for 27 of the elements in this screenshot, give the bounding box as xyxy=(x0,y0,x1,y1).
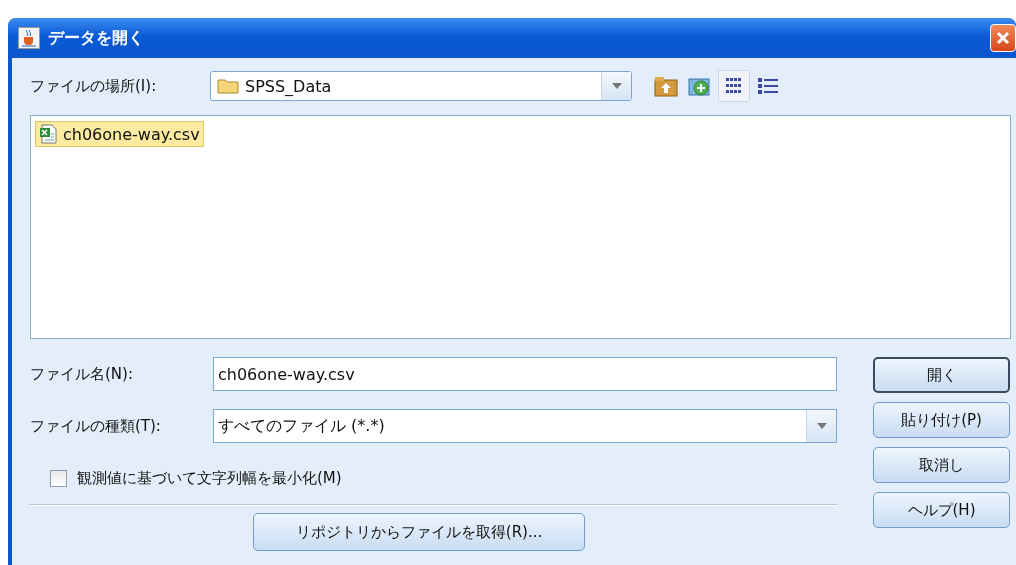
file-type-dropdown[interactable]: すべてのファイル (*.*) xyxy=(213,409,837,443)
toolbar-button[interactable] xyxy=(718,70,750,102)
file-type-value: すべてのファイル (*.*) xyxy=(217,415,386,437)
file-type-label: ファイルの種類(T): xyxy=(30,416,162,436)
coffee-cup-icon xyxy=(18,27,40,49)
window-title: データを開く xyxy=(48,27,145,49)
repository-button[interactable]: リポジトリからファイルを取得(R)... xyxy=(253,513,585,551)
location-label: ファイルの場所(I): xyxy=(30,76,158,96)
list-view-icon xyxy=(724,76,744,96)
dialog-button[interactable]: 開く xyxy=(873,357,1010,393)
close-button[interactable] xyxy=(990,24,1016,52)
file-name-field[interactable]: ch06one-way.csv xyxy=(213,357,837,391)
location-dropdown[interactable]: SPSS_Data xyxy=(210,71,632,101)
dialog-button[interactable]: 取消し xyxy=(873,447,1010,483)
file-item[interactable]: ch06one-way.csv xyxy=(35,121,204,147)
location-value: SPSS_Data xyxy=(244,76,333,96)
new-folder-icon xyxy=(688,75,712,97)
dialog-button[interactable]: ヘルプ(H) xyxy=(873,492,1010,528)
folder-icon xyxy=(217,78,239,94)
close-icon xyxy=(995,30,1011,46)
checkbox[interactable] xyxy=(50,470,67,487)
folder-up-icon xyxy=(654,75,678,97)
spreadsheet-file-icon xyxy=(39,124,59,144)
dialog-button[interactable]: 貼り付け(P) xyxy=(873,402,1010,438)
checkbox-label: 観測値に基づいて文字列幅を最小化(M) xyxy=(77,469,342,488)
details-view-icon xyxy=(757,76,779,96)
file-name-label: ファイル名(N): xyxy=(30,364,134,384)
